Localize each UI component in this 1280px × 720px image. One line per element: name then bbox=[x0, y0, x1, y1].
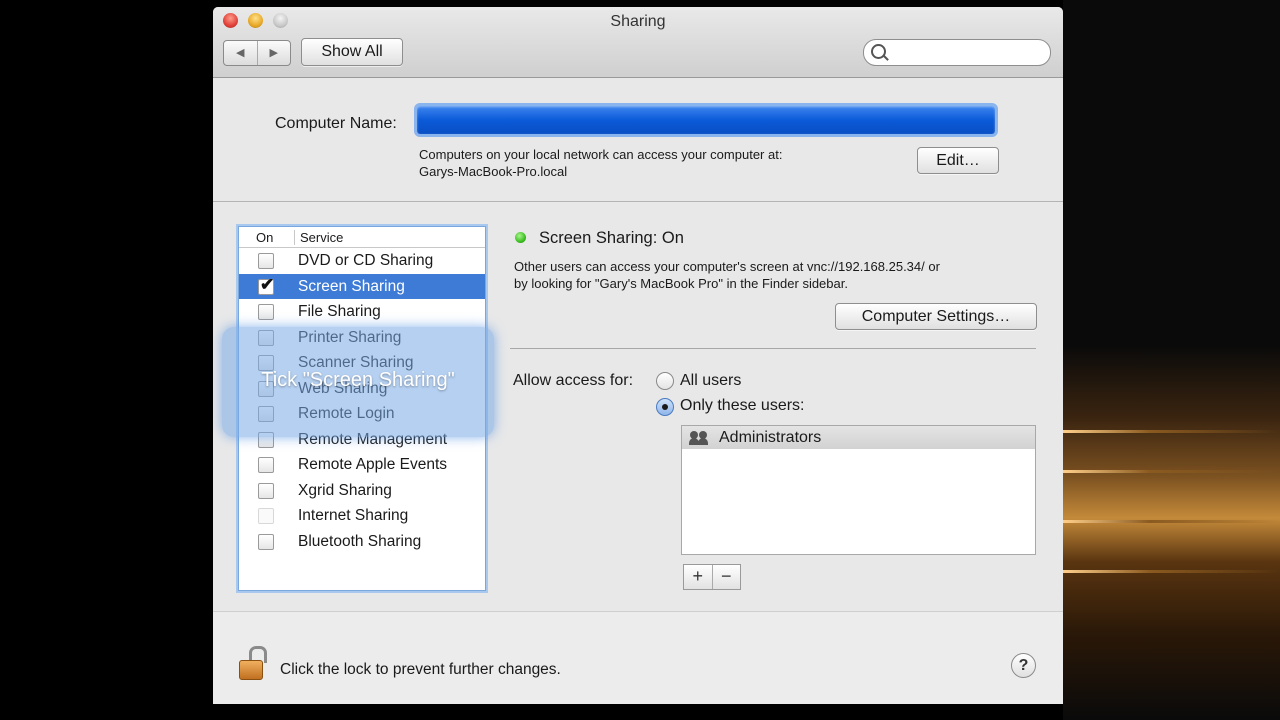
service-checkbox[interactable]: ✔ bbox=[258, 275, 274, 295]
service-label: Bluetooth Sharing bbox=[298, 532, 422, 550]
computer-settings-button[interactable]: Computer Settings… bbox=[835, 303, 1037, 330]
edit-hostname-button[interactable]: Edit… bbox=[917, 147, 999, 174]
remove-user-button[interactable]: − bbox=[713, 565, 741, 589]
service-label: Xgrid Sharing bbox=[298, 481, 392, 499]
lock-icon[interactable] bbox=[237, 646, 267, 682]
service-list-header: On Service bbox=[239, 227, 485, 248]
window-title: Sharing bbox=[610, 13, 666, 30]
only-these-users-radio[interactable] bbox=[656, 398, 674, 416]
list-item[interactable]: Bluetooth Sharing bbox=[239, 529, 485, 555]
status-indicator-icon bbox=[515, 232, 526, 243]
all-users-radio[interactable] bbox=[656, 372, 674, 390]
titlebar: Sharing ◀ ▶ Show All bbox=[213, 7, 1063, 78]
help-button[interactable]: ? bbox=[1011, 653, 1036, 678]
tutorial-caption: Tick "Screen Sharing" bbox=[261, 369, 455, 391]
search-icon bbox=[871, 44, 886, 59]
description-line: by looking for "Gary's MacBook Pro" in t… bbox=[514, 276, 848, 291]
all-users-label[interactable]: All users bbox=[680, 372, 741, 390]
list-item[interactable]: Administrators bbox=[682, 426, 1035, 449]
service-checkbox[interactable] bbox=[258, 533, 274, 550]
allowed-users-list: Administrators bbox=[681, 425, 1036, 555]
forward-arrow-icon[interactable]: ▶ bbox=[258, 41, 291, 65]
service-description: Other users can access your computer's s… bbox=[514, 258, 940, 292]
list-item[interactable]: DVD or CD Sharing bbox=[239, 248, 485, 274]
service-label: Remote Apple Events bbox=[298, 456, 448, 473]
column-header-service[interactable]: Service bbox=[294, 230, 343, 245]
divider bbox=[213, 201, 1063, 202]
only-these-users-label[interactable]: Only these users: bbox=[680, 397, 805, 415]
checkmark-icon: ✔ bbox=[260, 274, 275, 294]
column-header-on[interactable]: On bbox=[256, 230, 273, 245]
lock-message: Click the lock to prevent further change… bbox=[280, 661, 561, 678]
service-label: DVD or CD Sharing bbox=[298, 252, 434, 269]
list-item[interactable]: Remote Apple Events bbox=[239, 452, 485, 478]
group-icon bbox=[689, 431, 710, 445]
local-hostname: Garys-MacBook-Pro.local bbox=[419, 164, 568, 179]
user-name: Administrators bbox=[719, 429, 822, 446]
service-status: Screen Sharing: On bbox=[539, 229, 684, 247]
network-info-line: Computers on your local network can acce… bbox=[419, 147, 783, 162]
show-all-button[interactable]: Show All bbox=[301, 38, 403, 66]
service-label: Internet Sharing bbox=[298, 507, 409, 524]
computer-name-label: Computer Name: bbox=[275, 115, 397, 132]
sharing-window: Sharing ◀ ▶ Show All Computer Name: Comp… bbox=[213, 7, 1063, 704]
desktop-light-streak bbox=[1063, 430, 1280, 433]
back-arrow-icon[interactable]: ◀ bbox=[224, 41, 258, 65]
allow-access-label: Allow access for: bbox=[513, 372, 634, 389]
description-line: Other users can access your computer's s… bbox=[514, 259, 940, 274]
service-label: Screen Sharing bbox=[298, 277, 405, 295]
footer-bar: Click the lock to prevent further change… bbox=[213, 611, 1063, 704]
service-checkbox[interactable] bbox=[258, 253, 274, 269]
network-address-info: Computers on your local network can acce… bbox=[419, 146, 782, 180]
desktop-light-streak bbox=[1063, 520, 1280, 523]
desktop-light-streak bbox=[1063, 470, 1280, 473]
divider bbox=[510, 348, 1036, 349]
computer-name-field[interactable] bbox=[417, 106, 995, 134]
list-item[interactable]: Xgrid Sharing bbox=[239, 478, 485, 504]
list-item[interactable]: Internet Sharing bbox=[239, 503, 485, 529]
add-remove-control: + − bbox=[683, 564, 741, 590]
add-user-button[interactable]: + bbox=[684, 565, 713, 589]
service-checkbox[interactable] bbox=[258, 304, 274, 320]
service-checkbox[interactable] bbox=[258, 482, 274, 499]
search-input[interactable] bbox=[863, 39, 1051, 66]
desktop-background bbox=[1063, 0, 1280, 720]
list-item[interactable]: ✔ Screen Sharing bbox=[239, 273, 485, 299]
tutorial-overlay: Tick "Screen Sharing" bbox=[222, 327, 494, 437]
list-item[interactable]: File Sharing bbox=[239, 299, 485, 325]
back-forward-control: ◀ ▶ bbox=[223, 40, 291, 66]
desktop-light-streak bbox=[1063, 570, 1280, 573]
service-label: File Sharing bbox=[298, 303, 381, 320]
service-checkbox[interactable] bbox=[258, 457, 274, 473]
service-checkbox bbox=[258, 508, 274, 524]
